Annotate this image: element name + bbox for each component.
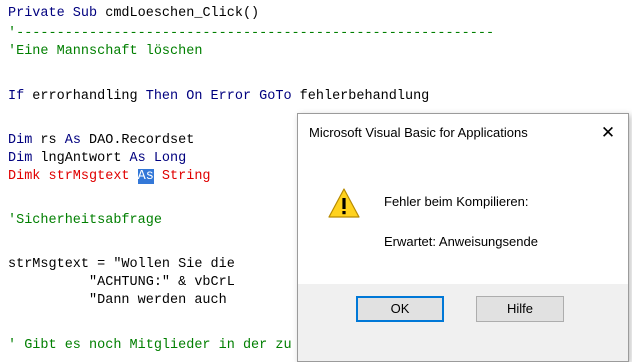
dialog-titlebar[interactable]: Microsoft Visual Basic for Applications … <box>298 114 628 152</box>
keyword: If <box>8 89 25 104</box>
keyword: As Long <box>129 151 187 166</box>
code-text: String <box>153 169 211 184</box>
code-text: DAO.Recordset <box>80 133 195 148</box>
code-line[interactable]: "Dann werden auch <box>8 292 227 310</box>
keyword: Dim <box>8 151 33 166</box>
code-line[interactable]: Dim lngAntwort As Long <box>8 150 186 168</box>
code-line[interactable]: Dim rs As DAO.Recordset <box>8 132 194 150</box>
keyword: Private Sub <box>8 6 98 21</box>
error-message: Fehler beim Kompilieren: <box>384 194 529 209</box>
compile-error-dialog: Microsoft Visual Basic for Applications … <box>297 113 629 362</box>
code-text: rs <box>32 133 65 148</box>
warning-icon <box>328 188 360 218</box>
help-button[interactable]: Hilfe <box>476 296 564 322</box>
keyword: As <box>64 133 81 148</box>
code-line[interactable]: strMsgtext = "Wollen Sie die <box>8 256 235 274</box>
code-comment-line[interactable]: 'Eine Mannschaft löschen <box>8 43 202 61</box>
code-comment-line[interactable]: 'Sicherheitsabfrage <box>8 212 162 230</box>
dialog-title: Microsoft Visual Basic for Applications <box>309 125 528 140</box>
selected-text: As <box>137 169 154 184</box>
code-line[interactable]: If errorhandling Then On Error GoTo fehl… <box>8 88 429 106</box>
code-line[interactable]: Private Sub cmdLoeschen_Click() <box>8 5 259 23</box>
keyword: Dim <box>8 133 33 148</box>
error-code-line[interactable]: Dimk strMsgtext As String <box>8 168 211 186</box>
error-detail: Erwartet: Anweisungsende <box>384 234 538 249</box>
code-text: errorhandling <box>24 89 146 104</box>
dialog-button-bar: OK Hilfe <box>298 284 628 361</box>
code-line[interactable]: "ACHTUNG:" & vbCrL <box>8 274 235 292</box>
code-text: strMsgtext = "Wollen Sie die <box>8 257 235 272</box>
code-text: cmdLoeschen_Click() <box>97 6 260 21</box>
close-icon[interactable]: ✕ <box>594 120 622 146</box>
code-text: fehlerbehandlung <box>291 89 430 104</box>
code-text: Dimk strMsgtext <box>8 169 138 184</box>
keyword: Then On Error GoTo <box>145 89 292 104</box>
code-text: lngAntwort <box>32 151 130 166</box>
code-comment-line[interactable]: '---------------------------------------… <box>8 25 494 43</box>
code-text: "Dann werden auch <box>8 293 227 308</box>
ok-button[interactable]: OK <box>356 296 444 322</box>
